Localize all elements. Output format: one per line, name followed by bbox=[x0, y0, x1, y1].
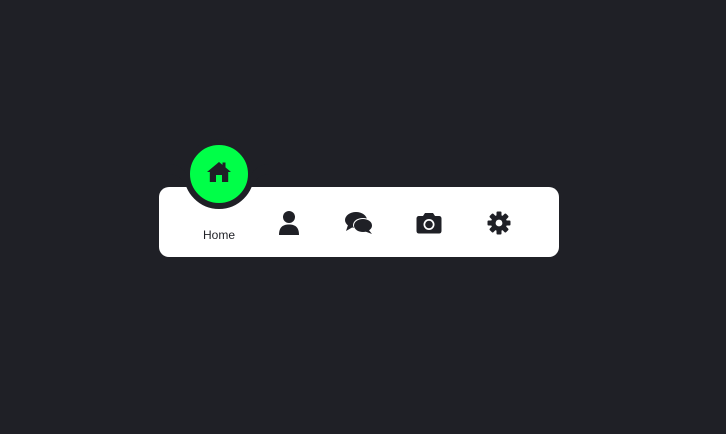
nav-item-home[interactable] bbox=[184, 187, 254, 257]
bottom-navigation: Home bbox=[159, 139, 559, 257]
nav-item-profile[interactable] bbox=[254, 187, 324, 257]
nav-item-messages[interactable] bbox=[324, 187, 394, 257]
camera-icon bbox=[414, 208, 444, 238]
home-icon bbox=[206, 160, 232, 189]
comments-icon bbox=[344, 208, 374, 238]
nav-item-camera[interactable] bbox=[394, 187, 464, 257]
user-icon bbox=[274, 208, 304, 238]
nav-item-settings[interactable] bbox=[464, 187, 534, 257]
gear-icon bbox=[484, 208, 514, 238]
